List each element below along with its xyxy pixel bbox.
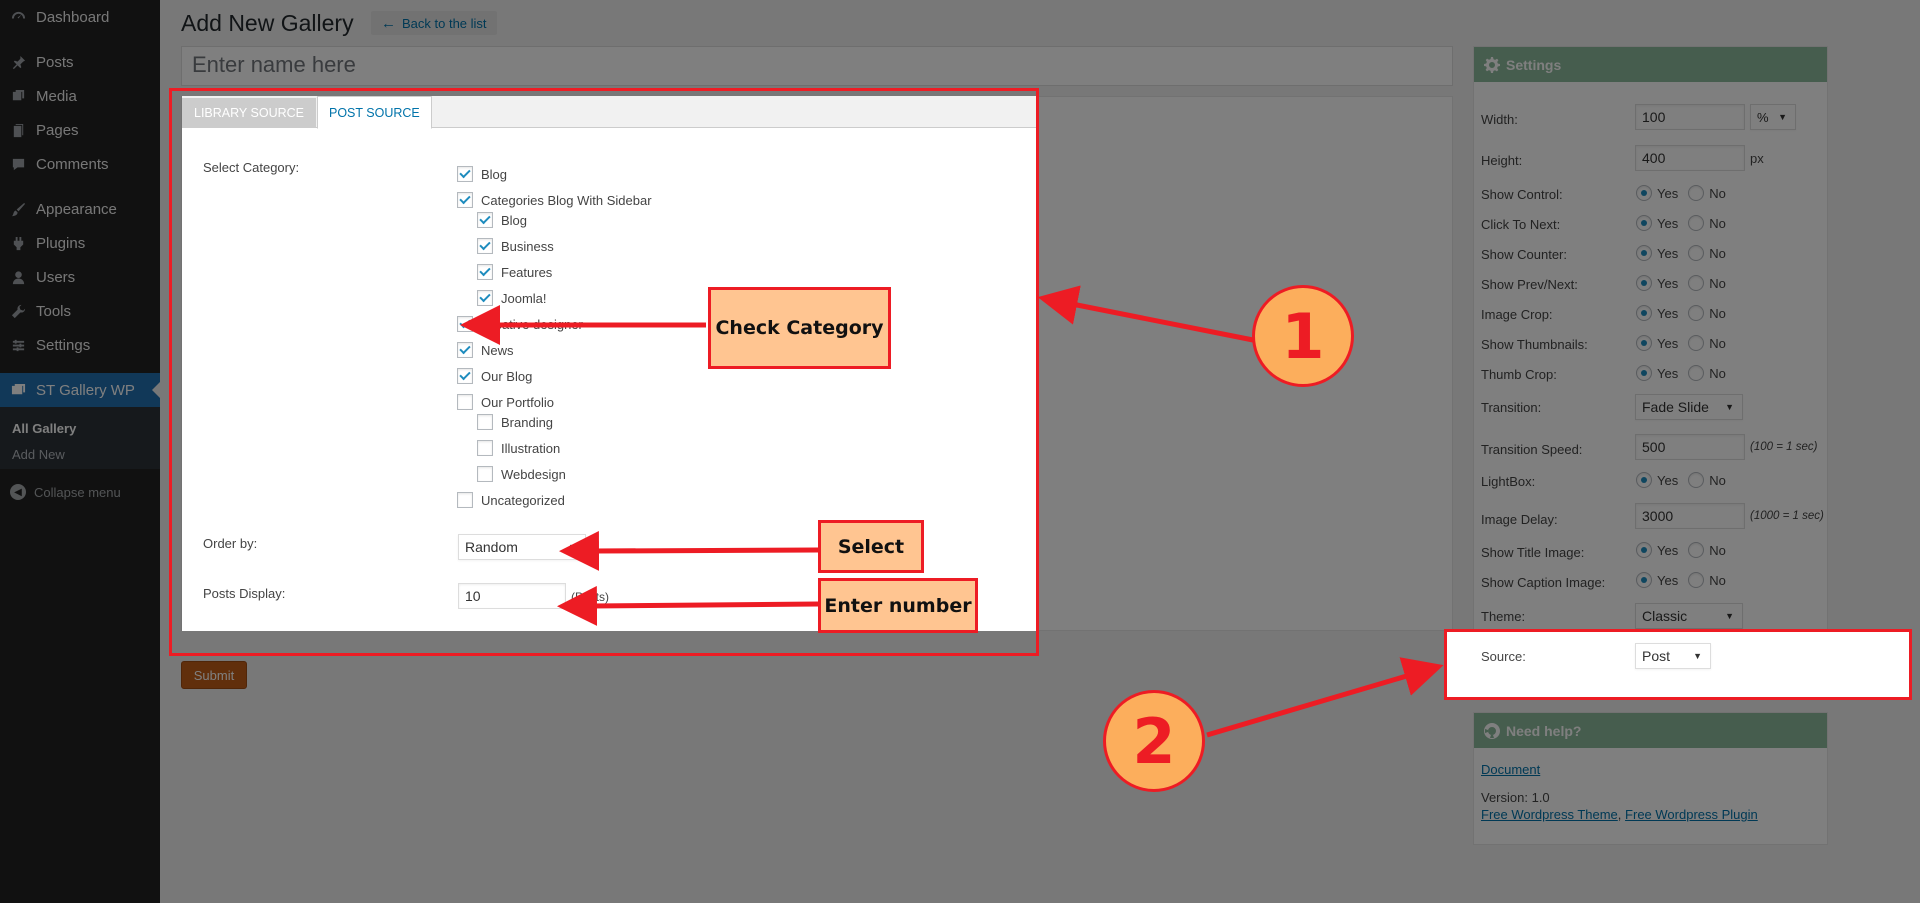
callout-enter-number: Enter number — [818, 578, 978, 633]
callout-check-category: Check Category — [708, 287, 891, 369]
callout-select: Select — [818, 520, 924, 573]
arrow-enter-number — [557, 585, 819, 626]
arrow-1 — [1037, 285, 1254, 343]
arrow-select — [559, 530, 819, 571]
step-number-2: 2 — [1103, 690, 1205, 792]
step-number-1: 1 — [1252, 285, 1354, 387]
arrow-2 — [1206, 657, 1444, 738]
annotation-arrows — [460, 285, 1444, 738]
